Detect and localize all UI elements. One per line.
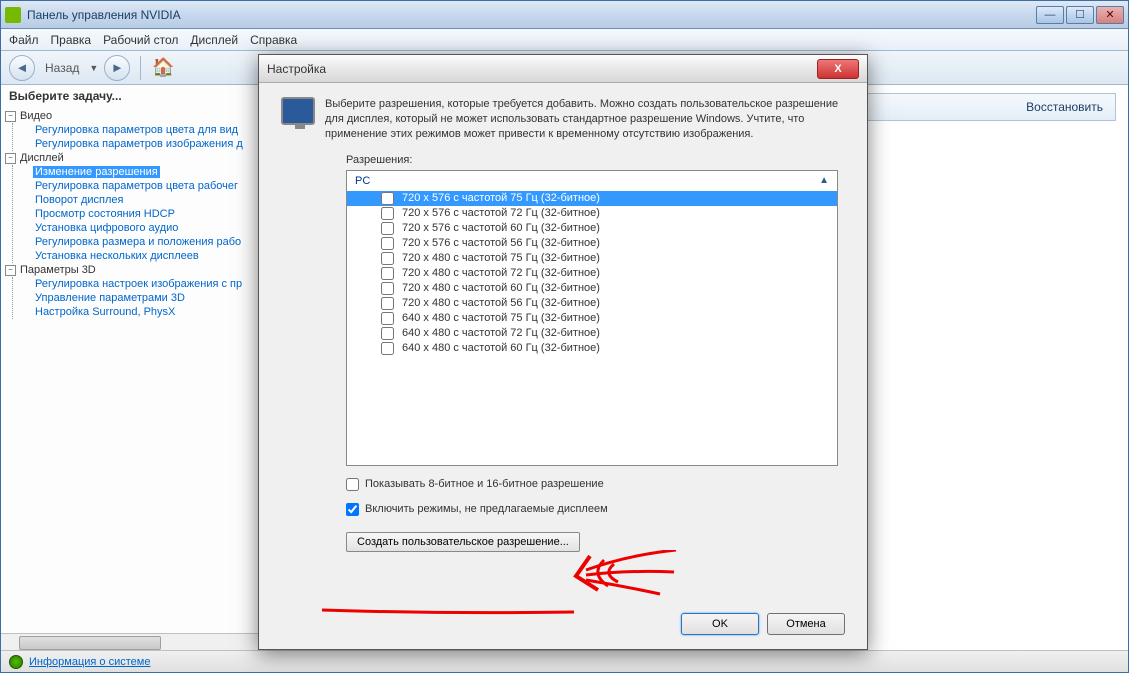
window-controls: — ☐ ✕ [1036, 6, 1124, 24]
resolution-item[interactable]: 720 x 480 с частотой 60 Гц (32-битное) [347, 281, 837, 296]
resolution-item[interactable]: 720 x 480 с частотой 56 Гц (32-битное) [347, 296, 837, 311]
resolution-label: 640 x 480 с частотой 72 Гц (32-битное) [402, 327, 600, 339]
resolution-label: 640 x 480 с частотой 60 Гц (32-битное) [402, 342, 600, 354]
collapse-icon[interactable]: − [5, 111, 16, 122]
resolution-checkbox[interactable] [381, 297, 394, 310]
resolution-label: 720 x 480 с частотой 75 Гц (32-битное) [402, 252, 600, 264]
resolution-checkbox[interactable] [381, 342, 394, 355]
create-custom-resolution-button[interactable]: Создать пользовательское разрешение... [346, 532, 580, 552]
tree-link-surround-physx[interactable]: Настройка Surround, PhysX [33, 306, 177, 318]
nvidia-icon [5, 7, 21, 23]
tree-link-3d-params[interactable]: Управление параметрами 3D [33, 292, 187, 304]
tree-group-video[interactable]: − Видео [5, 109, 254, 123]
back-label: Назад [45, 61, 79, 75]
close-button[interactable]: ✕ [1096, 6, 1124, 24]
menu-display[interactable]: Дисплей [190, 33, 238, 47]
collapse-icon[interactable]: − [5, 153, 16, 164]
menu-help[interactable]: Справка [250, 33, 297, 47]
resolution-checkbox[interactable] [381, 207, 394, 220]
tree-group-display[interactable]: − Дисплей [5, 151, 254, 165]
resolution-item[interactable]: 720 x 480 с частотой 75 Гц (32-битное) [347, 251, 837, 266]
show-8-16-bit-checkbox[interactable]: Показывать 8-битное и 16-битное разрешен… [346, 478, 845, 491]
resolution-item[interactable]: 720 x 576 с частотой 56 Гц (32-битное) [347, 236, 837, 251]
resolution-group-pc[interactable]: PC ▲ [347, 171, 837, 191]
tree-group-3d[interactable]: − Параметры 3D [5, 263, 254, 277]
cancel-button[interactable]: Отмена [767, 613, 845, 635]
sidebar-header: Выберите задачу... [1, 85, 258, 107]
dialog-button-row: OK Отмена [681, 613, 845, 635]
resolution-checkbox[interactable] [381, 267, 394, 280]
tree-link-video-image[interactable]: Регулировка параметров изображения д [33, 138, 245, 150]
resolution-checkbox[interactable] [381, 222, 394, 235]
resolution-item[interactable]: 640 x 480 с частотой 75 Гц (32-битное) [347, 311, 837, 326]
monitor-icon [281, 97, 315, 125]
ok-button[interactable]: OK [681, 613, 759, 635]
sidebar: Выберите задачу... − Видео Регулировка п… [1, 85, 259, 650]
resolution-item[interactable]: 720 x 480 с частотой 72 Гц (32-битное) [347, 266, 837, 281]
tree-link-digital-audio[interactable]: Установка цифрового аудио [33, 222, 180, 234]
resolution-item[interactable]: 720 x 576 с частотой 72 Гц (32-битное) [347, 206, 837, 221]
resolution-list[interactable]: PC ▲ 720 x 576 с частотой 75 Гц (32-битн… [346, 170, 838, 466]
resolution-label: 720 x 480 с частотой 56 Гц (32-битное) [402, 297, 600, 309]
info-icon [9, 655, 23, 669]
settings-dialog: Настройка X Выберите разрешения, которые… [258, 54, 868, 650]
title-bar: Панель управления NVIDIA — ☐ ✕ [1, 1, 1128, 29]
tree-link-video-color[interactable]: Регулировка параметров цвета для вид [33, 124, 240, 136]
resolution-item[interactable]: 640 x 480 с частотой 72 Гц (32-битное) [347, 326, 837, 341]
tree-link-rotate-display[interactable]: Поворот дисплея [33, 194, 125, 206]
resolution-label: 720 x 576 с частотой 60 Гц (32-битное) [402, 222, 600, 234]
back-dropdown-icon[interactable]: ▼ [89, 63, 98, 73]
sidebar-hscrollbar[interactable] [1, 633, 258, 650]
dialog-close-button[interactable]: X [817, 59, 859, 79]
task-tree: − Видео Регулировка параметров цвета для… [1, 107, 258, 633]
maximize-button[interactable]: ☐ [1066, 6, 1094, 24]
tree-link-change-resolution[interactable]: Изменение разрешения [33, 166, 160, 178]
resolution-label: 720 x 576 с частотой 56 Гц (32-битное) [402, 237, 600, 249]
resolution-checkbox[interactable] [381, 237, 394, 250]
dialog-title-bar: Настройка X [259, 55, 867, 83]
tree-link-size-position[interactable]: Регулировка размера и положения рабо [33, 236, 243, 248]
resolution-checkbox[interactable] [381, 282, 394, 295]
window-title: Панель управления NVIDIA [27, 8, 1036, 22]
include-modes-input[interactable] [346, 503, 359, 516]
dialog-title: Настройка [267, 62, 817, 76]
status-bar: Информация о системе [1, 650, 1128, 672]
forward-button[interactable]: ► [104, 55, 130, 81]
minimize-button[interactable]: — [1036, 6, 1064, 24]
resolution-label: 720 x 480 с частотой 60 Гц (32-битное) [402, 282, 600, 294]
nav-separator [140, 56, 141, 80]
system-info-link[interactable]: Информация о системе [29, 656, 150, 668]
resolution-item[interactable]: 720 x 576 с частотой 60 Гц (32-битное) [347, 221, 837, 236]
include-modes-checkbox[interactable]: Включить режимы, не предлагаемые дисплее… [346, 503, 845, 516]
menu-desktop[interactable]: Рабочий стол [103, 33, 178, 47]
back-button[interactable]: ◄ [9, 55, 35, 81]
dialog-intro-text: Выберите разрешения, которые требуется д… [325, 97, 845, 142]
resolution-label: 720 x 480 с частотой 72 Гц (32-битное) [402, 267, 600, 279]
resolutions-label: Разрешения: [346, 154, 845, 166]
menu-edit[interactable]: Правка [51, 33, 92, 47]
home-icon[interactable]: 🏠 [151, 56, 175, 80]
restore-link[interactable]: Восстановить [1026, 100, 1103, 114]
tree-link-hdcp-status[interactable]: Просмотр состояния HDCP [33, 208, 177, 220]
resolution-checkbox[interactable] [381, 327, 394, 340]
resolution-item[interactable]: 640 x 480 с частотой 60 Гц (32-битное) [347, 341, 837, 356]
collapse-icon[interactable]: − [5, 265, 16, 276]
menu-file[interactable]: Файл [9, 33, 39, 47]
resolution-checkbox[interactable] [381, 192, 394, 205]
resolution-item[interactable]: 720 x 576 с частотой 75 Гц (32-битное) [347, 191, 837, 206]
dialog-body: Выберите разрешения, которые требуется д… [259, 83, 867, 566]
menu-bar: Файл Правка Рабочий стол Дисплей Справка [1, 29, 1128, 51]
resolution-label: 640 x 480 с частотой 75 Гц (32-битное) [402, 312, 600, 324]
show-8-16-bit-input[interactable] [346, 478, 359, 491]
resolution-label: 720 x 576 с частотой 72 Гц (32-битное) [402, 207, 600, 219]
tree-link-desktop-color[interactable]: Регулировка параметров цвета рабочег [33, 180, 240, 192]
resolution-checkbox[interactable] [381, 252, 394, 265]
resolution-label: 720 x 576 с частотой 75 Гц (32-битное) [402, 192, 600, 204]
collapse-arrow-icon[interactable]: ▲ [819, 175, 829, 186]
resolution-checkbox[interactable] [381, 312, 394, 325]
tree-link-3d-image[interactable]: Регулировка настроек изображения с пр [33, 278, 244, 290]
tree-link-multi-display[interactable]: Установка нескольких дисплеев [33, 250, 201, 262]
